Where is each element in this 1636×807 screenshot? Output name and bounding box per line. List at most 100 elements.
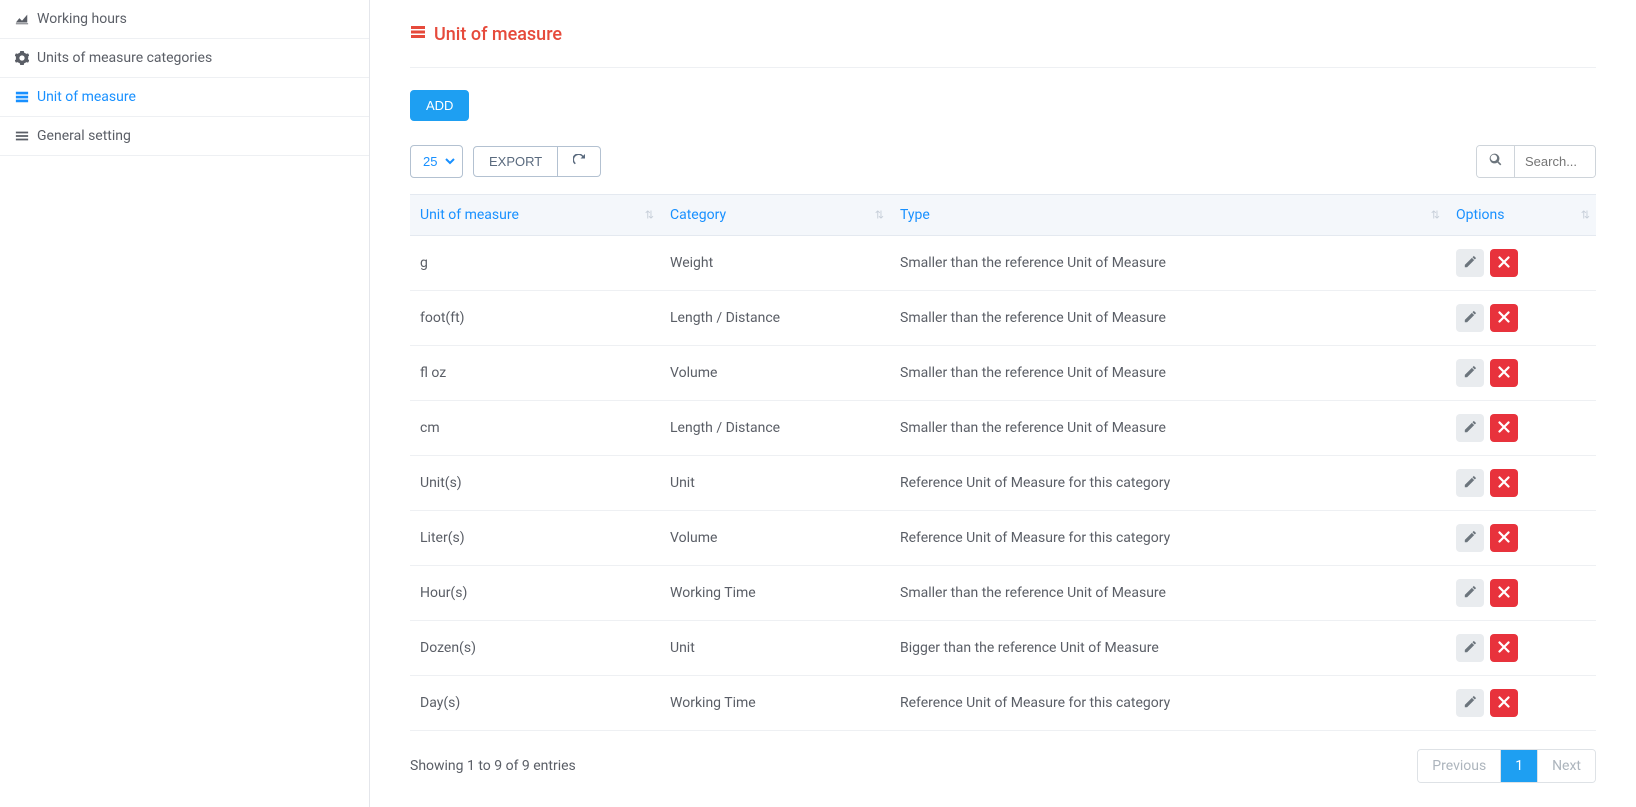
cell-type: Smaller than the reference Unit of Measu…: [890, 566, 1446, 621]
cell-type: Reference Unit of Measure for this categ…: [890, 511, 1446, 566]
table-toolbar: 25 EXPORT: [410, 145, 1596, 178]
pagination-previous[interactable]: Previous: [1418, 750, 1501, 782]
cell-category: Unit: [660, 621, 890, 676]
cell-type: Smaller than the reference Unit of Measu…: [890, 291, 1446, 346]
close-icon: [1498, 366, 1510, 381]
cell-options: [1446, 291, 1596, 346]
edit-icon: [1464, 420, 1477, 436]
showing-entries-text: Showing 1 to 9 of 9 entries: [410, 758, 576, 774]
search-input[interactable]: [1515, 146, 1595, 177]
cell-category: Working Time: [660, 676, 890, 731]
cell-unit: Liter(s): [410, 511, 660, 566]
close-icon: [1498, 696, 1510, 711]
pagination-page-1[interactable]: 1: [1501, 750, 1538, 782]
delete-button[interactable]: [1490, 469, 1518, 497]
col-header-type[interactable]: Type ⇅: [890, 195, 1446, 236]
sort-icon: ⇅: [645, 209, 652, 222]
edit-button[interactable]: [1456, 524, 1484, 552]
sidebar-item-uom-categories[interactable]: Units of measure categories: [0, 39, 369, 78]
list-icon: [410, 24, 426, 45]
edit-icon: [1464, 310, 1477, 326]
cell-category: Volume: [660, 511, 890, 566]
sort-icon: ⇅: [1431, 209, 1438, 222]
search-icon: [1489, 153, 1502, 170]
menu-icon: [15, 129, 29, 143]
edit-button[interactable]: [1456, 359, 1484, 387]
add-button[interactable]: ADD: [410, 90, 469, 121]
main-content: Unit of measure ADD 25 EXPORT: [370, 0, 1636, 807]
cell-unit: Unit(s): [410, 456, 660, 511]
page-size-select[interactable]: 25: [415, 146, 458, 177]
sidebar-item-working-hours[interactable]: Working hours: [0, 0, 369, 39]
delete-button[interactable]: [1490, 304, 1518, 332]
col-header-options[interactable]: Options ⇅: [1446, 195, 1596, 236]
cell-unit: Day(s): [410, 676, 660, 731]
sidebar-item-label: General setting: [37, 128, 131, 144]
edit-button[interactable]: [1456, 689, 1484, 717]
close-icon: [1498, 586, 1510, 601]
cell-category: Unit: [660, 456, 890, 511]
delete-button[interactable]: [1490, 579, 1518, 607]
cell-type: Smaller than the reference Unit of Measu…: [890, 401, 1446, 456]
edit-icon: [1464, 585, 1477, 601]
pagination: Previous 1 Next: [1417, 749, 1596, 783]
export-button[interactable]: EXPORT: [473, 146, 558, 177]
edit-button[interactable]: [1456, 304, 1484, 332]
col-header-category[interactable]: Category ⇅: [660, 195, 890, 236]
close-icon: [1498, 641, 1510, 656]
edit-icon: [1464, 365, 1477, 381]
toolbar-left: 25 EXPORT: [410, 145, 601, 178]
cell-unit: foot(ft): [410, 291, 660, 346]
close-icon: [1498, 311, 1510, 326]
edit-icon: [1464, 530, 1477, 546]
table-row: Liter(s)VolumeReference Unit of Measure …: [410, 511, 1596, 566]
edit-button[interactable]: [1456, 579, 1484, 607]
cell-unit: Dozen(s): [410, 621, 660, 676]
list-icon: [15, 90, 29, 104]
sidebar-item-general-setting[interactable]: General setting: [0, 117, 369, 156]
edit-icon: [1464, 640, 1477, 656]
close-icon: [1498, 256, 1510, 271]
edit-button[interactable]: [1456, 634, 1484, 662]
refresh-icon: [573, 154, 585, 169]
sidebar-item-uom[interactable]: Unit of measure: [0, 78, 369, 117]
edit-icon: [1464, 255, 1477, 271]
search-wrap: [1476, 145, 1596, 178]
edit-icon: [1464, 695, 1477, 711]
pagination-next[interactable]: Next: [1538, 750, 1595, 782]
delete-button[interactable]: [1490, 249, 1518, 277]
table-row: Unit(s)UnitReference Unit of Measure for…: [410, 456, 1596, 511]
cell-category: Length / Distance: [660, 401, 890, 456]
cell-unit: Hour(s): [410, 566, 660, 621]
refresh-button[interactable]: [558, 146, 601, 177]
area-chart-icon: [15, 12, 29, 26]
sidebar-item-label: Units of measure categories: [37, 50, 212, 66]
delete-button[interactable]: [1490, 634, 1518, 662]
page-size-select-wrap: 25: [410, 145, 463, 178]
cell-options: [1446, 456, 1596, 511]
uom-table: Unit of measure ⇅ Category ⇅ Type ⇅ Opti…: [410, 194, 1596, 731]
close-icon: [1498, 421, 1510, 436]
export-group: EXPORT: [473, 146, 601, 177]
close-icon: [1498, 476, 1510, 491]
cell-options: [1446, 676, 1596, 731]
cell-category: Working Time: [660, 566, 890, 621]
table-row: foot(ft)Length / DistanceSmaller than th…: [410, 291, 1596, 346]
table-row: cmLength / DistanceSmaller than the refe…: [410, 401, 1596, 456]
cell-unit: cm: [410, 401, 660, 456]
delete-button[interactable]: [1490, 524, 1518, 552]
table-row: gWeightSmaller than the reference Unit o…: [410, 236, 1596, 291]
table-footer: Showing 1 to 9 of 9 entries Previous 1 N…: [410, 749, 1596, 783]
delete-button[interactable]: [1490, 359, 1518, 387]
edit-button[interactable]: [1456, 249, 1484, 277]
edit-button[interactable]: [1456, 414, 1484, 442]
col-header-unit[interactable]: Unit of measure ⇅: [410, 195, 660, 236]
edit-button[interactable]: [1456, 469, 1484, 497]
table-row: Dozen(s)UnitBigger than the reference Un…: [410, 621, 1596, 676]
delete-button[interactable]: [1490, 689, 1518, 717]
delete-button[interactable]: [1490, 414, 1518, 442]
cell-options: [1446, 346, 1596, 401]
page-title: Unit of measure: [410, 24, 1596, 68]
cell-type: Smaller than the reference Unit of Measu…: [890, 236, 1446, 291]
cell-unit: g: [410, 236, 660, 291]
